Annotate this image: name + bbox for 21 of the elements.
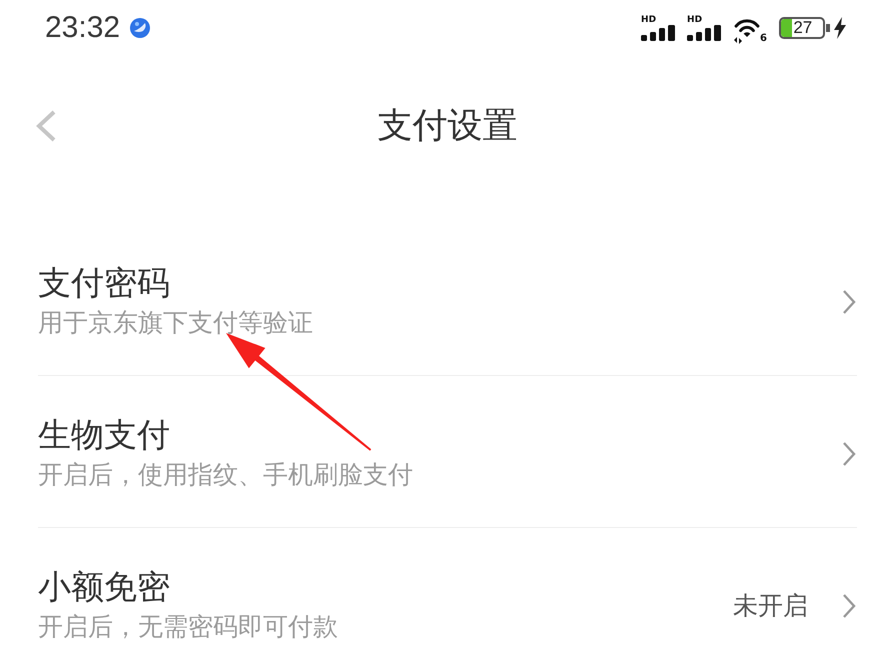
chevron-right-icon[interactable]	[842, 592, 856, 618]
signal-bars-icon	[641, 24, 676, 40]
wifi-icon	[733, 18, 762, 44]
chevron-right-icon[interactable]	[842, 440, 856, 466]
setting-title: 生物支付	[38, 415, 170, 455]
sphere-app-icon	[130, 18, 150, 38]
setting-value: 未开启	[733, 590, 808, 622]
network-type-label: HD	[641, 16, 656, 24]
chevron-right-icon[interactable]	[842, 288, 856, 314]
page-title: 支付设置	[378, 105, 518, 148]
status-time: 23:32	[45, 11, 120, 45]
signal-bars-icon	[687, 24, 722, 40]
setting-title: 支付密码	[38, 263, 170, 303]
network-type-label: HD	[687, 16, 702, 24]
setting-title: 小额免密	[38, 567, 170, 607]
setting-description: 用于京东旗下支付等验证	[38, 307, 313, 339]
wifi-generation-label: 6	[760, 34, 767, 44]
battery-percent: 27	[792, 19, 812, 37]
setting-description: 开启后，使用指纹、手机刷脸支付	[38, 459, 413, 491]
back-chevron-icon[interactable]	[35, 110, 57, 142]
setting-description: 开启后，无需密码即可付款	[38, 611, 338, 643]
